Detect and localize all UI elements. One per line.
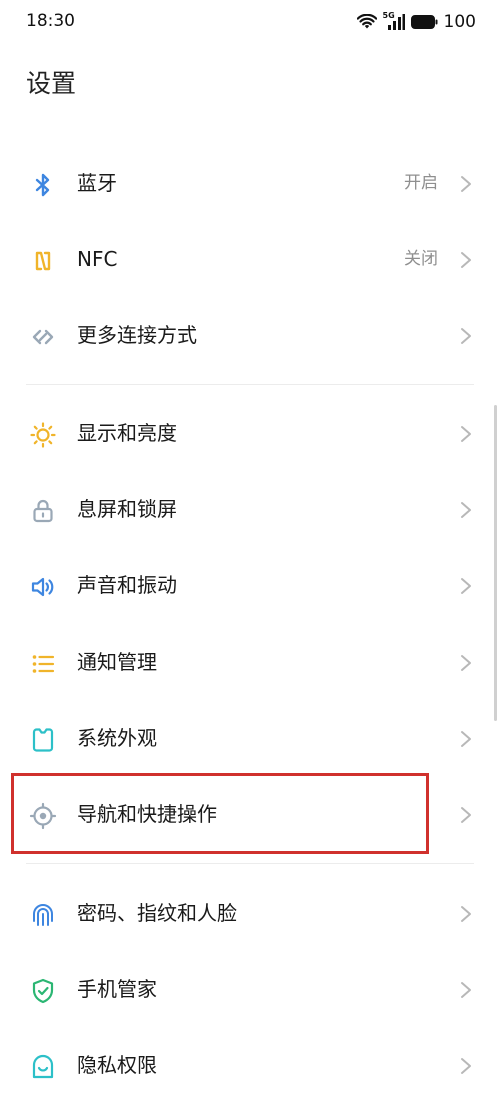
setting-row-sound[interactable]: 声音和振动 [0,547,500,623]
setting-row-lock[interactable]: 息屏和锁屏 [0,471,500,547]
chevron-right-icon [461,252,471,268]
cellular-signal-icon: 5G [383,11,405,31]
setting-row-nfc[interactable]: NFC 关闭 [0,221,500,297]
status-bar: 18:30 5G 100 [0,0,500,44]
setting-label: 隐私权限 [77,1053,157,1077]
group-divider [26,863,474,864]
link-icon [29,323,57,351]
shield-icon [29,977,57,1005]
setting-label: 声音和振动 [77,573,177,597]
chevron-right-icon [461,176,471,192]
list-icon [29,650,57,678]
setting-row-privacy[interactable]: 隐私权限 [0,1027,500,1103]
setting-row-notify[interactable]: 通知管理 [0,624,500,700]
setting-label: 系统外观 [77,726,157,750]
chevron-right-icon [461,655,471,671]
setting-label: 更多连接方式 [77,323,197,347]
setting-row-fingerprint[interactable]: 密码、指纹和人脸 [0,875,500,951]
chevron-right-icon [461,426,471,442]
setting-row-appearance[interactable]: 系统外观 [0,700,500,776]
lock-icon [29,497,57,525]
privacy-icon [29,1053,57,1081]
chevron-right-icon [461,982,471,998]
speaker-icon [29,573,57,601]
chevron-right-icon [461,731,471,747]
setting-label: 手机管家 [77,977,157,1001]
wifi-icon [356,14,377,29]
chevron-right-icon [461,807,471,823]
chevron-right-icon [461,578,471,594]
battery-icon [410,15,438,29]
chevron-right-icon [461,502,471,518]
status-icons: 5G 100 [356,11,476,33]
setting-label: 显示和亮度 [77,421,177,445]
sun-icon [29,421,57,449]
highlight-box [11,773,429,854]
setting-label: 蓝牙 [77,171,117,195]
setting-row-more-connection[interactable]: 更多连接方式 [0,297,500,373]
bluetooth-icon [29,171,57,199]
setting-row-bluetooth[interactable]: 蓝牙 开启 [0,145,500,221]
status-time: 18:30 [26,11,75,31]
page-title: 设置 [26,69,77,98]
group-divider [26,384,474,385]
fingerprint-icon [29,901,57,929]
nfc-icon [29,247,57,275]
setting-label: 息屏和锁屏 [77,497,177,521]
setting-label: 密码、指纹和人脸 [77,901,237,925]
chevron-right-icon [461,328,471,344]
setting-label: 通知管理 [77,650,157,674]
appearance-icon [29,726,57,754]
scrollbar[interactable] [494,405,497,721]
setting-label: NFC [77,247,118,271]
chevron-right-icon [461,1058,471,1074]
chevron-right-icon [461,906,471,922]
setting-row-display[interactable]: 显示和亮度 [0,395,500,471]
setting-row-phone-manager[interactable]: 手机管家 [0,951,500,1027]
battery-level: 100 [443,12,476,32]
setting-value: 关闭 [404,249,438,269]
setting-value: 开启 [404,173,438,193]
